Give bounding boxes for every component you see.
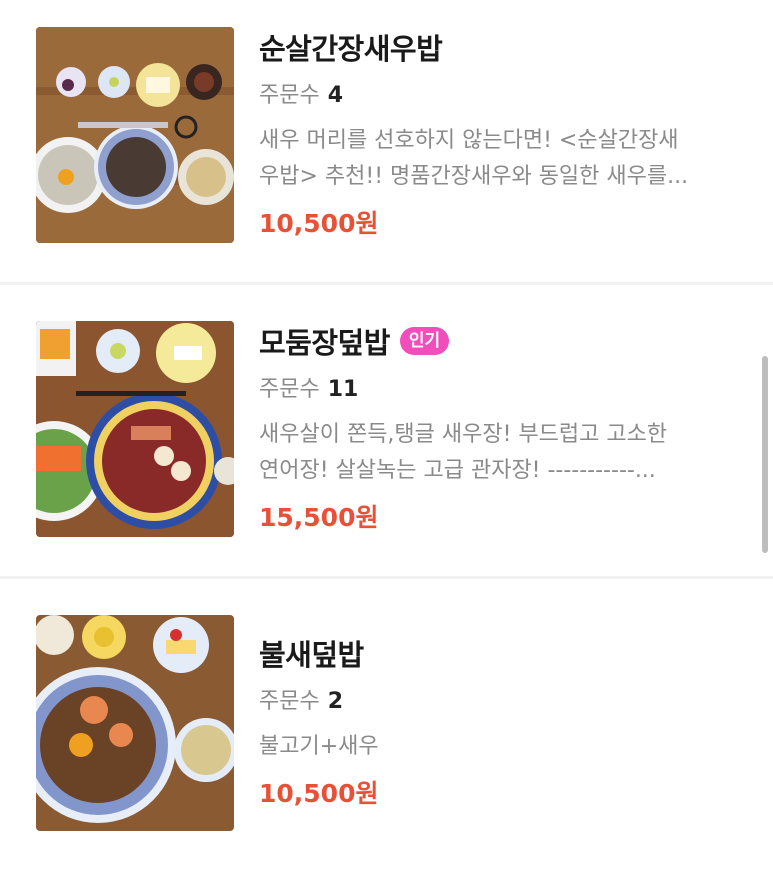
menu-item-description: 불고기+새우 [259, 729, 737, 765]
menu-item-name: 모둠장덮밥 [259, 326, 390, 360]
description-line: 새우살이 쫀득,탱글 새우장! 부드럽고 고소한 [259, 422, 668, 447]
menu-item-description: 새우살이 쫀득,탱글 새우장! 부드럽고 고소한 연어장! 살살녹는 고급 관자… [259, 417, 737, 489]
menu-item-photo [36, 615, 234, 831]
order-count: 주문수 4 [259, 81, 739, 111]
description-line: 불고기+새우 [259, 734, 379, 759]
menu-item-photo [36, 321, 234, 537]
order-count-label: 주문수 [259, 689, 320, 714]
scrollbar[interactable] [762, 356, 768, 553]
description-line: 연어장! 살살녹는 고급 관자장! -----------... [259, 458, 656, 483]
menu-item-name: 불새덮밥 [259, 638, 364, 672]
order-count-label: 주문수 [259, 377, 320, 402]
order-count-label: 주문수 [259, 83, 320, 108]
description-line: 우밥> 추천!! 명품간장새우와 동일한 새우를... [259, 164, 689, 189]
order-count-value: 11 [327, 377, 359, 402]
popular-badge: 인기 [399, 327, 450, 355]
order-count: 주문수 11 [259, 375, 739, 405]
menu-item-price: 10,500원 [259, 209, 379, 238]
menu-item-price: 15,500원 [259, 503, 379, 532]
divider [0, 576, 773, 579]
divider [0, 282, 773, 285]
description-line: 새우 머리를 선호하지 않는다면! <순살간장새 [259, 128, 679, 153]
order-count: 주문수 2 [259, 687, 739, 717]
menu-item-name: 순살간장새우밥 [259, 32, 443, 66]
order-count-value: 2 [327, 689, 344, 714]
menu-item-description: 새우 머리를 선호하지 않는다면! <순살간장새 우밥> 추천!! 명품간장새우… [259, 123, 737, 195]
menu-item-price: 10,500원 [259, 779, 379, 808]
order-count-value: 4 [327, 83, 344, 108]
menu-item-photo [36, 27, 234, 243]
